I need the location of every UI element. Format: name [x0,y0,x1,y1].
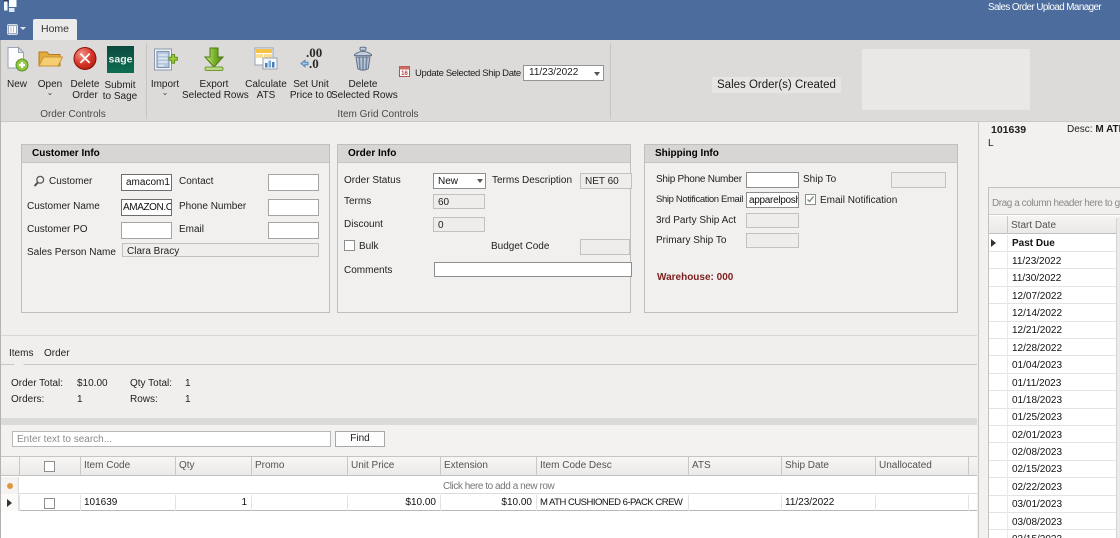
svg-text:16: 16 [401,71,408,77]
svg-text:.0: .0 [309,56,319,71]
svg-text:sage: sage [108,54,132,66]
